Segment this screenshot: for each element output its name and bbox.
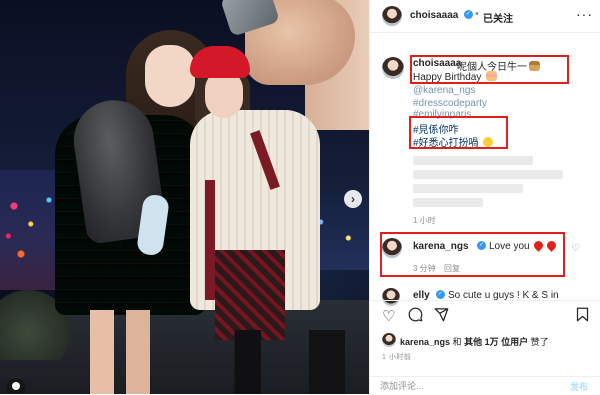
separator-dot: • [475,8,479,20]
post-comment-button[interactable]: 发布 [570,380,588,393]
post-author[interactable]: choisaaaa [410,10,458,21]
boots [225,330,345,394]
hashtag-link[interactable]: #dresscodeparty [413,98,487,109]
face [145,45,195,107]
highlight-box [410,55,569,84]
post-time: 1 小时前 [382,354,412,361]
add-comment-input[interactable] [380,380,550,392]
like-icon[interactable]: ♡ [382,307,395,325]
cardigan-stripe [205,180,215,300]
post-photo[interactable]: › [0,0,369,394]
blurred-text [413,198,483,207]
share-icon[interactable] [434,307,449,326]
legs [90,310,150,394]
avatar[interactable] [382,57,404,79]
user-tag-icon[interactable] [6,378,26,394]
follow-button[interactable]: 已关注 [483,10,513,25]
bookmark-icon-glyph [576,307,589,322]
post-header: choisaaaa ✓ • 已关注 ··· [370,0,600,33]
verified-icon: ✓ [436,290,445,299]
next-photo-arrow-icon[interactable]: › [344,190,362,208]
highlight-box [409,116,508,149]
comment-composer: 发布 [370,376,600,395]
save-bookmark-icon[interactable] [576,307,589,326]
plaid-skirt [215,250,285,340]
caption-time: 1 小时 [413,216,436,225]
blurred-text [413,170,563,179]
mention-link[interactable]: @karena_ngs [413,85,475,96]
comment-icon-glyph [408,307,423,322]
share-icon-glyph [434,308,449,322]
verified-icon: ✓ [464,10,473,19]
likes-text[interactable]: karena_ngs 和 其他 1万 位用户 赞了 [400,335,549,348]
like-comment-icon[interactable]: ♡ [571,243,580,254]
action-bar [370,300,600,329]
avatar[interactable] [382,6,402,26]
red-beret [190,46,250,78]
comment-icon[interactable] [408,307,423,326]
highlight-box [380,232,565,277]
blurred-text [413,184,523,193]
more-options-icon[interactable]: ··· [576,6,593,22]
blurred-text [413,156,533,165]
avatar[interactable] [382,333,396,347]
